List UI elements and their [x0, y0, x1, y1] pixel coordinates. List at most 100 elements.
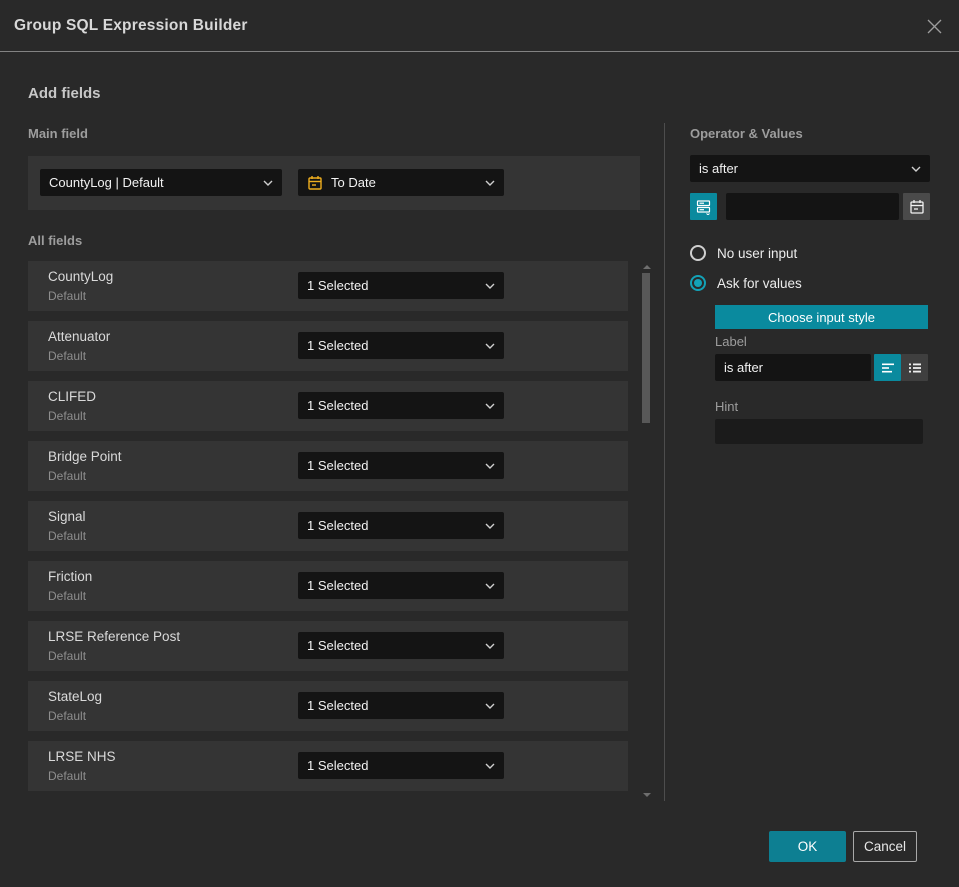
main-field-date-select[interactable]: To Date: [298, 169, 504, 196]
chevron-down-icon: [485, 403, 495, 409]
chevron-down-icon: [485, 463, 495, 469]
list-icon: [907, 360, 923, 376]
close-button[interactable]: [922, 14, 946, 38]
field-name: CLIFED: [48, 389, 97, 404]
single-line-input-style-button[interactable]: [874, 354, 901, 381]
chevron-down-icon: [485, 180, 495, 186]
field-row-countylog: CountyLog Default 1 Selected: [28, 261, 628, 311]
field-row-bridge-point: Bridge Point Default 1 Selected: [28, 441, 628, 491]
label-caption: Label: [715, 334, 747, 349]
chevron-down-icon: [485, 703, 495, 709]
cancel-button[interactable]: Cancel: [853, 831, 917, 862]
all-fields-label: All fields: [28, 233, 83, 248]
field-name: Attenuator: [48, 329, 111, 344]
field-row-friction: Friction Default 1 Selected: [28, 561, 628, 611]
operator-values-heading: Operator & Values: [690, 126, 803, 141]
label-input[interactable]: is after: [715, 354, 871, 381]
field-selection-value: 1 Selected: [307, 638, 369, 653]
stacked-input-icon: [695, 198, 712, 215]
field-row-statelog: StateLog Default 1 Selected: [28, 681, 628, 731]
field-selection-value: 1 Selected: [307, 698, 369, 713]
field-name: CountyLog: [48, 269, 114, 284]
main-field-box: CountyLog | Default To Date: [28, 156, 640, 210]
chevron-down-icon: [485, 343, 495, 349]
field-selection-value: 1 Selected: [307, 458, 369, 473]
main-field-label: Main field: [28, 126, 88, 141]
chevron-down-icon: [485, 763, 495, 769]
group-sql-expression-builder-dialog: Group SQL Expression Builder Add fields …: [0, 0, 959, 887]
value-date-input[interactable]: [726, 193, 899, 220]
ok-button[interactable]: OK: [769, 831, 846, 862]
field-name: LRSE NHS: [48, 749, 116, 764]
field-subtitle: Default: [48, 349, 87, 363]
field-name: Friction: [48, 569, 93, 584]
date-select-value: To Date: [331, 175, 376, 190]
main-field-select-value: CountyLog | Default: [49, 175, 164, 190]
field-selection-dropdown[interactable]: 1 Selected: [298, 452, 504, 479]
field-subtitle: Default: [48, 529, 87, 543]
choose-input-style-button[interactable]: Choose input style: [715, 305, 928, 329]
calendar-icon: [307, 175, 323, 191]
radio-label: Ask for values: [717, 275, 802, 291]
radio-selected-icon: [690, 275, 706, 291]
field-selection-dropdown[interactable]: 1 Selected: [298, 692, 504, 719]
field-subtitle: Default: [48, 769, 87, 783]
chevron-down-icon: [485, 283, 495, 289]
all-fields-list: CountyLog Default 1 Selected Attenuator …: [28, 261, 628, 791]
operator-select-value: is after: [699, 161, 739, 176]
list-input-style-button[interactable]: [901, 354, 928, 381]
field-selection-dropdown[interactable]: 1 Selected: [298, 392, 504, 419]
hint-caption: Hint: [715, 399, 739, 414]
field-row-attenuator: Attenuator Default 1 Selected: [28, 321, 628, 371]
scroll-down-arrow-icon[interactable]: [643, 793, 651, 797]
align-left-icon: [880, 360, 896, 376]
dialog-title: Group SQL Expression Builder: [14, 17, 248, 34]
chevron-down-icon: [485, 523, 495, 529]
chevron-down-icon: [263, 180, 273, 186]
field-selection-dropdown[interactable]: 1 Selected: [298, 752, 504, 779]
field-row-signal: Signal Default 1 Selected: [28, 501, 628, 551]
radio-ask-for-values[interactable]: Ask for values: [690, 275, 802, 291]
main-field-select[interactable]: CountyLog | Default: [40, 169, 282, 196]
field-selection-dropdown[interactable]: 1 Selected: [298, 572, 504, 599]
chevron-down-icon: [485, 583, 495, 589]
field-selection-value: 1 Selected: [307, 758, 369, 773]
radio-label: No user input: [717, 245, 798, 261]
field-row-lrse-reference-post: LRSE Reference Post Default 1 Selected: [28, 621, 628, 671]
scrollbar-thumb[interactable]: [642, 273, 650, 423]
scroll-up-arrow-icon[interactable]: [643, 265, 651, 269]
chevron-down-icon: [485, 643, 495, 649]
radio-no-user-input[interactable]: No user input: [690, 245, 797, 261]
field-name: LRSE Reference Post: [48, 629, 181, 644]
field-row-clifed: CLIFED Default 1 Selected: [28, 381, 628, 431]
field-subtitle: Default: [48, 589, 87, 603]
field-subtitle: Default: [48, 289, 87, 303]
hint-input[interactable]: [715, 419, 923, 444]
field-row-lrse-nhs: LRSE NHS Default 1 Selected: [28, 741, 628, 791]
radio-unselected-icon: [690, 245, 706, 261]
field-selection-value: 1 Selected: [307, 578, 369, 593]
close-icon: [926, 18, 943, 35]
field-selection-dropdown[interactable]: 1 Selected: [298, 272, 504, 299]
field-name: Signal: [48, 509, 86, 524]
dialog-titlebar: Group SQL Expression Builder: [0, 0, 959, 52]
panel-divider: [664, 123, 665, 801]
operator-select[interactable]: is after: [690, 155, 930, 182]
fields-list-scrollbar[interactable]: [641, 261, 653, 801]
input-type-button[interactable]: [690, 193, 717, 220]
field-selection-value: 1 Selected: [307, 398, 369, 413]
calendar-icon: [909, 199, 925, 215]
field-selection-value: 1 Selected: [307, 518, 369, 533]
field-selection-dropdown[interactable]: 1 Selected: [298, 332, 504, 359]
field-subtitle: Default: [48, 649, 87, 663]
field-selection-value: 1 Selected: [307, 278, 369, 293]
field-subtitle: Default: [48, 469, 87, 483]
field-selection-dropdown[interactable]: 1 Selected: [298, 632, 504, 659]
field-subtitle: Default: [48, 409, 87, 423]
field-name: StateLog: [48, 689, 103, 704]
field-name: Bridge Point: [48, 449, 122, 464]
field-selection-dropdown[interactable]: 1 Selected: [298, 512, 504, 539]
add-fields-heading: Add fields: [28, 85, 101, 102]
chevron-down-icon: [911, 166, 921, 172]
date-picker-button[interactable]: [903, 193, 930, 220]
